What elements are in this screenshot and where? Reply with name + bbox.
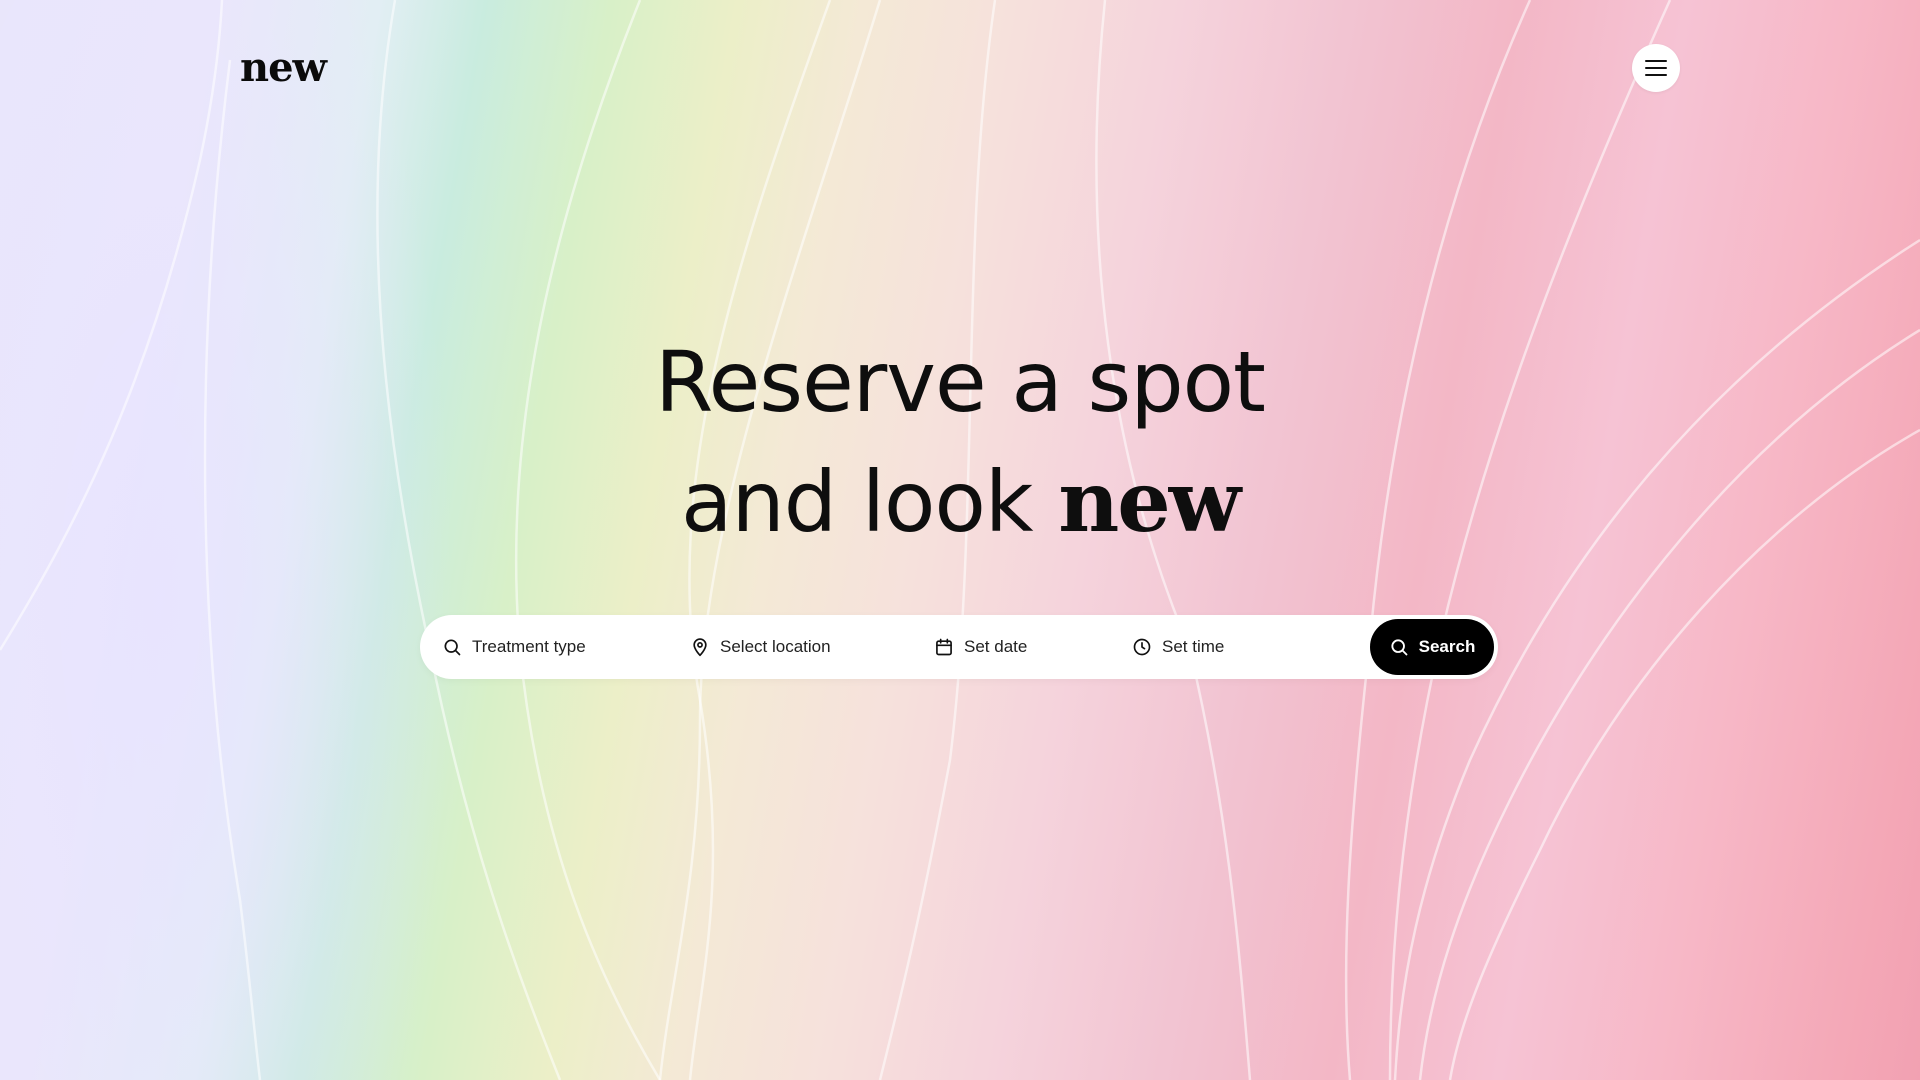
calendar-icon (936, 638, 952, 656)
hero-line-1: Reserve a spot (655, 333, 1266, 431)
time-label: Set time (1162, 637, 1225, 656)
hero-headline: Reserve a spot and look new (0, 322, 1920, 562)
search-button-label: Search (1418, 637, 1476, 656)
search-icon (444, 639, 461, 656)
hero-accent-word: new (1058, 452, 1241, 551)
treatment-type-label: Treatment type (472, 637, 586, 656)
date-label: Set date (964, 637, 1028, 656)
menu-button[interactable] (1632, 44, 1680, 92)
search-button[interactable]: Search (1370, 619, 1494, 675)
search-icon (1391, 639, 1408, 656)
booking-search-bar: Treatment type Select location Set date … (420, 615, 1498, 679)
hero-line-2-prefix: and look (680, 453, 1059, 551)
brand-logo[interactable]: new (240, 44, 327, 91)
location-field[interactable]: Select location (690, 615, 831, 679)
treatment-type-field[interactable]: Treatment type (442, 615, 586, 679)
menu-icon (1645, 60, 1667, 76)
hero-line-2: and look new (0, 442, 1920, 562)
location-pin-icon (693, 638, 707, 657)
location-label: Select location (720, 637, 831, 656)
time-field[interactable]: Set time (1132, 615, 1224, 679)
date-field[interactable]: Set date (934, 615, 1027, 679)
clock-icon (1133, 638, 1151, 656)
